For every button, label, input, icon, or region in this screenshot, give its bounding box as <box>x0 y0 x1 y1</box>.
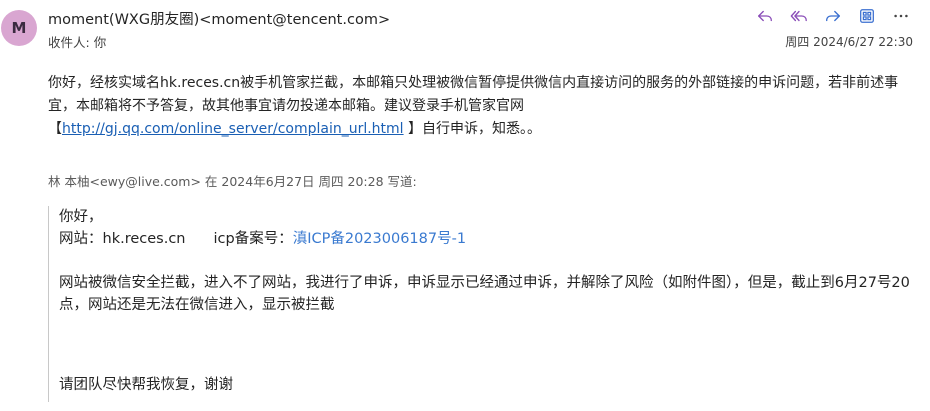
sender-name[interactable]: moment(WXG朋友圈)<moment@tencent.com> <box>48 8 390 29</box>
site-label: 网站： <box>59 231 103 247</box>
link-bracket-open: 【 <box>48 121 62 137</box>
body-link-line: 【http://gj.qq.com/online_server/complain… <box>48 118 914 141</box>
recipient-name[interactable]: 你 <box>94 35 107 50</box>
quote-site-line: 网站：hk.reces.cn icp备案号：滇ICP备2023006187号-1 <box>59 228 914 250</box>
reply-all-icon <box>790 10 807 22</box>
complain-link[interactable]: http://gj.qq.com/online_server/complain_… <box>62 121 404 137</box>
recipient-line: 收件人: 你 <box>48 32 106 51</box>
reply-icon <box>758 10 772 22</box>
quote-divider <box>48 206 49 402</box>
quote-closing: 请团队尽快帮我恢复，谢谢 <box>59 377 233 393</box>
recipient-label: 收件人: <box>48 35 90 50</box>
quoted-header: 林 本柚<ewy@live.com> 在 2024年6月27日 周四 20:28… <box>48 174 417 189</box>
message-body: 你好，经核实域名hk.reces.cn被手机管家拦截，本邮箱只处理被微信暂停提供… <box>48 72 914 141</box>
message-date: 周四 2024/6/27 22:30 <box>785 35 913 49</box>
more-icon <box>894 14 908 18</box>
apps-icon <box>860 9 874 23</box>
message-actions <box>750 4 916 28</box>
quote-paragraph: 网站被微信安全拦截，进入不了网站，我进行了申诉，申诉显示已经通过申诉，并解除了风… <box>59 275 910 313</box>
site-value: hk.reces.cn <box>102 231 186 247</box>
forward-button[interactable] <box>818 4 848 28</box>
forward-icon <box>826 10 840 22</box>
quoted-message: 你好， 网站：hk.reces.cn icp备案号：滇ICP备2023006187… <box>59 206 914 393</box>
icp-label: icp备案号： <box>213 231 293 247</box>
link-bracket-close: 】自行申诉，知悉。。 <box>403 121 542 137</box>
body-paragraph: 你好，经核实域名hk.reces.cn被手机管家拦截，本邮箱只处理被微信暂停提供… <box>48 75 899 114</box>
reply-all-button[interactable] <box>784 4 814 28</box>
quote-greeting: 你好， <box>59 209 103 225</box>
apps-button[interactable] <box>852 4 882 28</box>
sender-avatar[interactable]: M <box>1 10 37 46</box>
more-options-button[interactable] <box>886 4 916 28</box>
reply-button[interactable] <box>750 4 780 28</box>
icp-link[interactable]: 滇ICP备2023006187号-1 <box>293 231 466 247</box>
